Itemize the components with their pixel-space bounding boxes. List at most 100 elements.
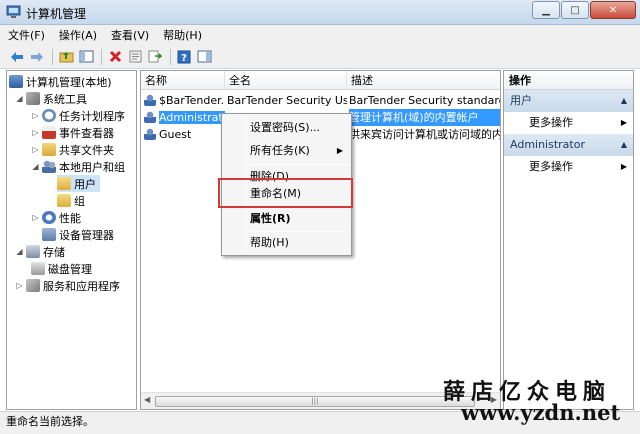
actions-pane: 操作 用户 ▲ 更多操作 ▶ Administrator ▲ 更多操作 ▶ [503,70,634,410]
help-icon: ? [177,50,191,64]
show-tree-button[interactable] [77,48,95,66]
user-icon [144,111,156,123]
help-button[interactable]: ? [175,48,193,66]
scroll-grip: ||| [311,397,319,405]
column-header-description[interactable]: 描述 [347,71,500,90]
menu-item-label: 所有任务(K) [250,144,310,157]
actions-title: 操作 [504,71,633,90]
menu-item-properties[interactable]: 属性(R) [224,208,349,230]
navigation-tree: 计算机管理(本地) ◢ 系统工具 ▷ 任务计划程序 ▷ 事件查看器 ▷ 共享文件… [6,70,137,410]
up-folder-icon [59,52,73,63]
tree-item-event-viewer[interactable]: ▷ 事件查看器 [31,124,114,141]
clock-icon [42,109,56,122]
tools-icon [26,92,40,105]
collapse-arrow-icon[interactable]: ▲ [621,134,627,156]
folder-icon [57,177,71,190]
export-button[interactable] [146,48,164,66]
tree-item-users[interactable]: 用户 [57,175,100,192]
close-button[interactable]: ✕ [590,1,636,19]
toolbar-separator [101,48,102,65]
expand-icon[interactable]: ▷ [31,128,40,137]
properties-icon [129,50,141,63]
expand-icon[interactable]: ▷ [31,213,40,222]
menu-item-help[interactable]: 帮助(H) [224,232,349,254]
scroll-left-icon[interactable]: ◀ [144,395,150,404]
section-label: Administrator [510,138,585,151]
export-icon [148,50,162,63]
tree-item-services-apps[interactable]: ▷ 服务和应用程序 [15,277,120,294]
tree-item-task-scheduler[interactable]: ▷ 任务计划程序 [31,107,125,124]
menu-separator [250,164,348,165]
table-row[interactable]: $BarTender... BarTender Security Us... B… [141,92,500,109]
delete-icon [109,50,121,63]
tree-item-performance[interactable]: ▷ 性能 [31,209,81,226]
action-label: 更多操作 [529,160,573,173]
actions-section-administrator[interactable]: Administrator ▲ [504,134,633,156]
cell-name: $BarTender... [141,92,225,109]
cell-name: Guest [141,126,225,143]
tree-item-system-tools[interactable]: ◢ 系统工具 [15,90,87,107]
tree-item-root[interactable]: 计算机管理(本地) [9,73,112,90]
row-description: BarTender Security standard u... [349,94,500,107]
users-icon [42,160,56,173]
more-actions-administrator[interactable]: 更多操作 ▶ [504,156,633,178]
actions-section-users[interactable]: 用户 ▲ [504,90,633,112]
computer-management-icon [6,5,21,18]
user-icon [144,94,156,106]
more-actions-users[interactable]: 更多操作 ▶ [504,112,633,134]
tree-item-device-manager[interactable]: 设备管理器 [42,226,114,243]
expand-icon[interactable]: ▷ [15,281,24,290]
back-arrow-icon [11,51,23,62]
up-level-button[interactable] [57,48,75,66]
folder-icon [57,194,71,207]
event-viewer-icon [42,126,56,139]
disk-icon [31,262,45,275]
storage-icon [26,245,40,258]
services-icon [26,279,40,292]
collapse-arrow-icon[interactable]: ▲ [621,90,627,112]
delete-button[interactable] [106,48,124,66]
expand-icon[interactable]: ▷ [31,145,40,154]
tree-item-label: 任务计划程序 [59,109,125,123]
tree-item-label: 系统工具 [43,92,87,106]
scrollbar-thumb[interactable]: ||| [155,396,475,407]
minimize-button[interactable]: ▁ [532,1,560,19]
back-button[interactable] [8,48,26,66]
menu-item-set-password[interactable]: 设置密码(S)... [224,117,349,139]
collapse-icon[interactable]: ◢ [15,247,24,256]
menu-action[interactable]: 操作(A) [59,27,97,43]
properties-button[interactable] [126,48,144,66]
tree-item-groups[interactable]: 组 [57,192,85,209]
tree-item-disk-management[interactable]: 磁盘管理 [31,260,92,277]
tree-item-label: 磁盘管理 [48,262,92,276]
menu-file[interactable]: 文件(F) [8,27,45,43]
tree-item-local-users-groups[interactable]: ◢ 本地用户和组 [31,158,125,175]
minimize-icon: ▁ [542,4,550,16]
cell-name: Administrat... [141,109,225,126]
collapse-icon[interactable]: ◢ [15,94,24,103]
maximize-button[interactable]: □ [561,1,589,19]
forward-button[interactable] [28,48,46,66]
title-bar[interactable]: 计算机管理 ▁ □ ✕ [0,0,640,25]
row-name: Guest [159,128,192,141]
menu-item-all-tasks[interactable]: 所有任务(K) ▶ [224,140,349,162]
tree-item-storage[interactable]: ◢ 存储 [15,243,65,260]
toolbar-separator [52,48,53,65]
submenu-arrow-icon: ▶ [620,118,627,127]
user-icon [144,128,156,140]
computer-icon [9,75,23,88]
window-title: 计算机管理 [26,7,87,21]
toolbar: ? [0,45,640,69]
collapse-icon[interactable]: ◢ [31,162,40,171]
column-header-fullname[interactable]: 全名 [225,71,347,90]
menu-view[interactable]: 查看(V) [111,27,149,43]
maximize-icon: □ [570,4,580,16]
tree-item-label: 存储 [43,245,65,259]
column-header-name[interactable]: 名称 [141,71,225,90]
svg-text:?: ? [181,53,187,64]
tree-item-shared-folders[interactable]: ▷ 共享文件夹 [31,141,114,158]
watermark-url: www.yzdn.net [461,400,621,425]
show-action-pane-button[interactable] [195,48,213,66]
menu-help[interactable]: 帮助(H) [163,27,202,43]
expand-icon[interactable]: ▷ [31,111,40,120]
